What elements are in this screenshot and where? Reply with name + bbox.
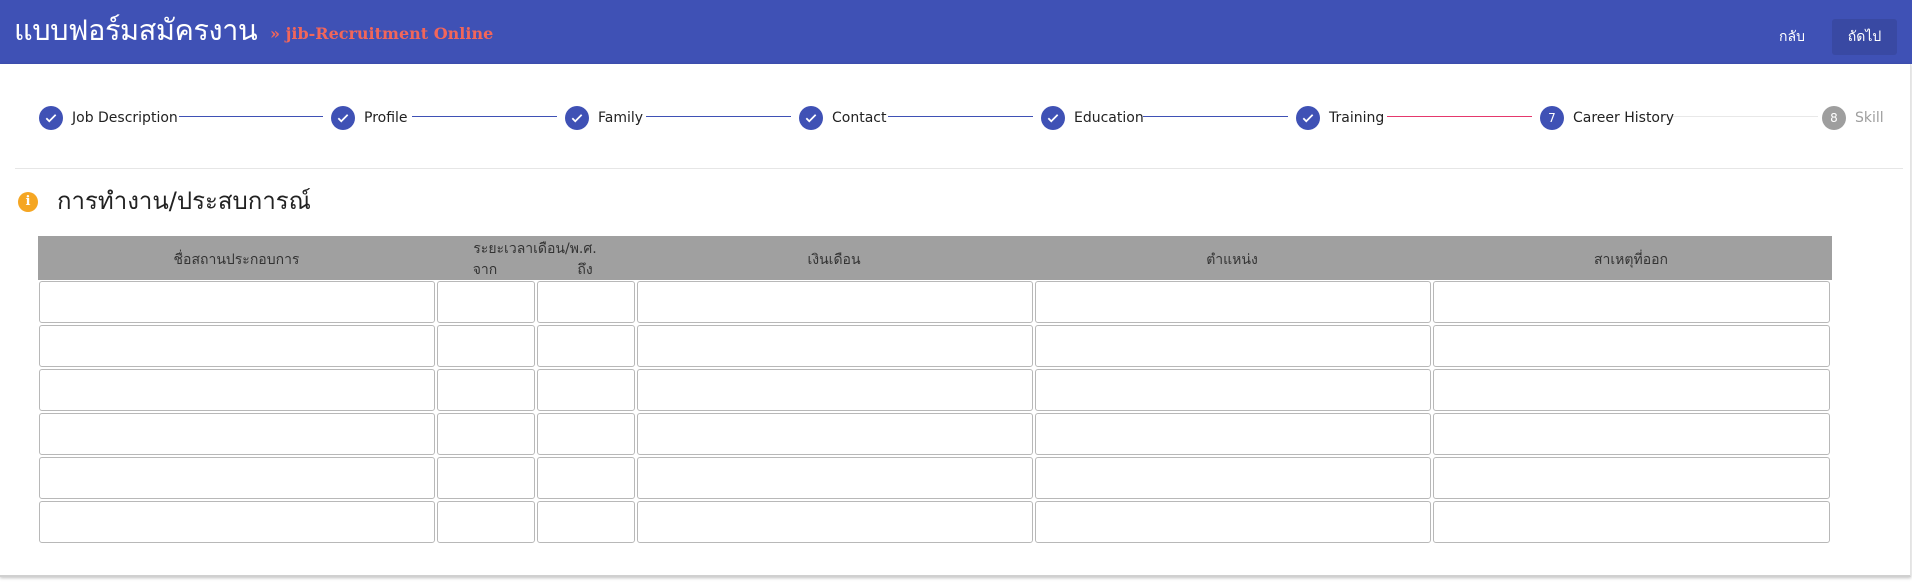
section-title: การทำงาน/ประสบการณ์ [57,187,311,215]
app-bar: แบบฟอร์มสมัครงาน » jib-Recruitment Onlin… [0,0,1912,64]
step-connector [888,116,1033,117]
header-to: ถึง [577,262,593,278]
header-salary: เงินเดือน [807,252,861,268]
from-date-input[interactable] [437,369,535,411]
header-reason: สาเหตุที่ออก [1593,252,1669,268]
step-family[interactable]: Family [565,106,643,130]
to-date-input[interactable] [537,325,635,367]
step-number: 7 [1540,106,1564,130]
step-connector-active [1387,116,1532,117]
to-date-input[interactable] [537,369,635,411]
step-label: Training [1329,110,1385,126]
step-label: Contact [832,110,887,126]
position-input[interactable] [1035,281,1431,323]
step-profile[interactable]: Profile [331,106,408,130]
step-label: Career History [1573,110,1675,126]
position-input[interactable] [1035,413,1431,455]
step-job-description[interactable]: Job Description [39,106,178,130]
reason-input[interactable] [1433,369,1830,411]
from-date-input[interactable] [437,325,535,367]
reason-input[interactable] [1433,413,1830,455]
check-icon [799,106,823,130]
step-label: Skill [1855,110,1884,126]
salary-input[interactable] [637,325,1033,367]
step-label: Family [598,110,644,126]
to-date-input[interactable] [537,413,635,455]
salary-input[interactable] [637,413,1033,455]
position-input[interactable] [1035,501,1431,543]
check-icon [1041,106,1065,130]
app-subtitle: » jib-Recruitment Online [270,24,494,43]
position-input[interactable] [1035,457,1431,499]
salary-input[interactable] [637,281,1033,323]
salary-input[interactable] [637,457,1033,499]
company-input[interactable] [39,457,435,499]
check-icon [331,106,355,130]
info-icon: i [18,192,38,212]
step-connector-pending [1673,116,1818,117]
divider [15,168,1903,169]
step-skill[interactable]: 8 Skill [1822,106,1884,130]
header-period: ระยะเวลาเดือน/พ.ศ. [473,241,597,257]
step-career-history[interactable]: 7 Career History [1540,106,1674,130]
from-date-input[interactable] [437,457,535,499]
step-contact[interactable]: Contact [799,106,886,130]
step-education[interactable]: Education [1041,106,1144,130]
next-button[interactable]: ถัดไป [1832,19,1897,55]
step-connector [412,116,557,117]
step-training[interactable]: Training [1296,106,1384,130]
step-label: Education [1074,110,1144,126]
reason-input[interactable] [1433,501,1830,543]
check-icon [39,106,63,130]
to-date-input[interactable] [537,281,635,323]
from-date-input[interactable] [437,501,535,543]
table-header: ชื่อสถานประกอบการ ระยะเวลาเดือน/พ.ศ. จาก… [38,236,1832,280]
step-number: 8 [1822,106,1846,130]
header-from: จาก [472,262,498,278]
header-company: ชื่อสถานประกอบการ [173,252,300,268]
step-label: Job Description [72,110,178,126]
to-date-input[interactable] [537,501,635,543]
position-input[interactable] [1035,369,1431,411]
step-connector [646,116,791,117]
check-icon [565,106,589,130]
step-label: Profile [364,110,408,126]
from-date-input[interactable] [437,281,535,323]
salary-input[interactable] [637,369,1033,411]
company-input[interactable] [39,501,435,543]
to-date-input[interactable] [537,457,635,499]
from-date-input[interactable] [437,413,535,455]
reason-input[interactable] [1433,325,1830,367]
app-title: แบบฟอร์มสมัครงาน [14,13,258,47]
step-connector [1143,116,1288,117]
company-input[interactable] [39,325,435,367]
company-input[interactable] [39,281,435,323]
header-position: ตำแหน่ง [1206,252,1258,268]
reason-input[interactable] [1433,281,1830,323]
company-input[interactable] [39,413,435,455]
step-connector [179,116,323,117]
salary-input[interactable] [637,501,1033,543]
check-icon [1296,106,1320,130]
company-input[interactable] [39,369,435,411]
position-input[interactable] [1035,325,1431,367]
reason-input[interactable] [1433,457,1830,499]
back-button[interactable]: กลับ [1762,19,1822,55]
